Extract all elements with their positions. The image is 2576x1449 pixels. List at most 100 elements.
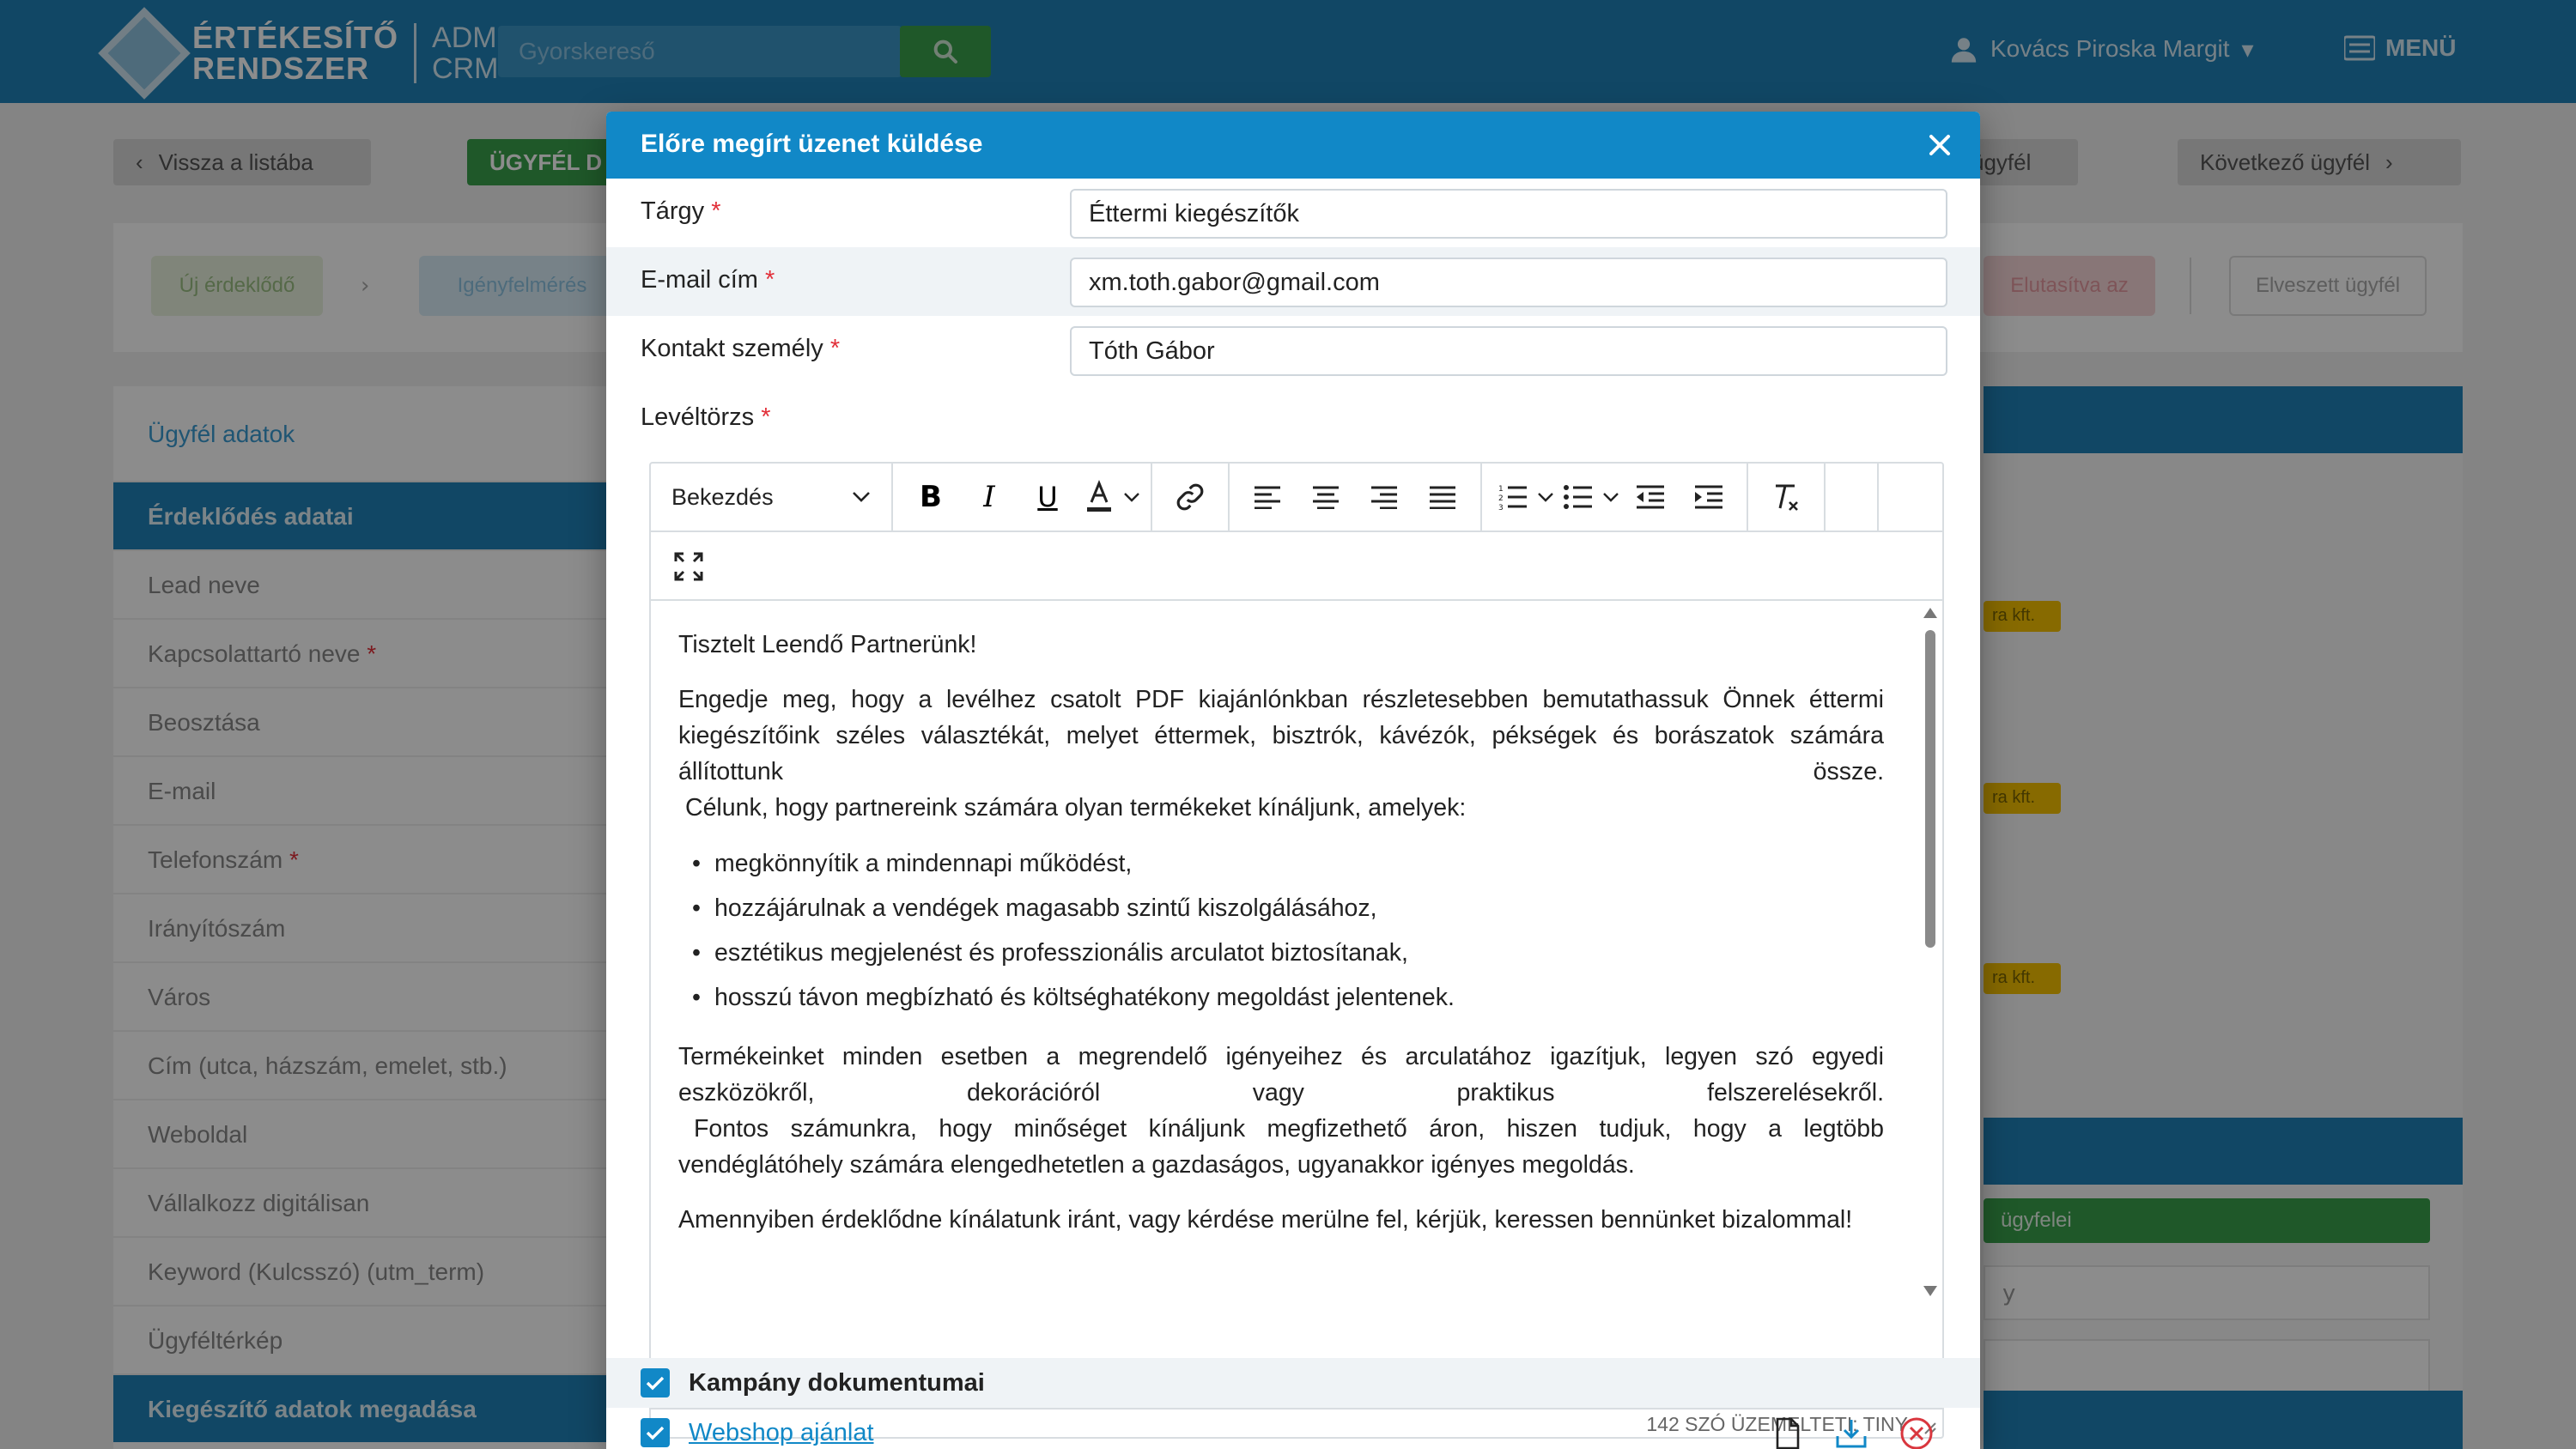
view-document-button[interactable] bbox=[1769, 1415, 1807, 1449]
dialog-header: Előre megírt üzenet küldése bbox=[606, 112, 1980, 179]
scroll-up-arrow-icon[interactable] bbox=[1923, 608, 1937, 618]
fullscreen-icon bbox=[674, 552, 703, 581]
benefit-list: megkönnyítik a mindennapi működést,hozzá… bbox=[678, 841, 1884, 1020]
document-row: Webshop ajánlat bbox=[606, 1408, 1980, 1449]
bold-button[interactable]: B bbox=[902, 471, 960, 523]
clear-format-group bbox=[1748, 464, 1826, 530]
download-icon bbox=[1836, 1420, 1867, 1448]
insert-link-button[interactable] bbox=[1161, 471, 1219, 523]
subject-label-text: Tárgy bbox=[641, 197, 705, 225]
alignment-group bbox=[1230, 464, 1482, 530]
contact-row: Kontakt személy * bbox=[606, 316, 1980, 385]
text-color-dropdown[interactable] bbox=[1121, 471, 1142, 523]
align-right-button[interactable] bbox=[1355, 471, 1413, 523]
indent-icon bbox=[1695, 485, 1722, 509]
editor-toolbar-row2 bbox=[651, 532, 1942, 601]
numbered-list-dropdown[interactable] bbox=[1535, 471, 1556, 523]
letter-paragraph-1-end: össze. bbox=[1813, 758, 1884, 785]
align-justify-button[interactable] bbox=[1413, 471, 1472, 523]
bold-icon: B bbox=[920, 480, 942, 514]
chevron-down-icon bbox=[1603, 493, 1619, 502]
rich-text-editor: Bekezdés B I U 1 2 3 Tisztelt Leendő Par… bbox=[649, 462, 1944, 1439]
align-center-button[interactable] bbox=[1297, 471, 1355, 523]
toolbar-spacer bbox=[1826, 464, 1879, 530]
block-format-value: Bekezdés bbox=[671, 483, 774, 510]
link-group bbox=[1152, 464, 1230, 530]
benefit-list-item: hozzájárulnak a vendégek magasabb szintű… bbox=[678, 886, 1884, 931]
body-label-row: Levéltörzs * bbox=[606, 385, 1980, 453]
svg-text:2: 2 bbox=[1498, 494, 1504, 503]
send-template-message-dialog: Előre megírt üzenet küldése Tárgy * E-ma… bbox=[606, 112, 1980, 1449]
indent-button[interactable] bbox=[1680, 471, 1738, 523]
align-left-button[interactable] bbox=[1238, 471, 1297, 523]
chevron-down-icon bbox=[1538, 493, 1553, 502]
bullet-list-button[interactable] bbox=[1556, 471, 1601, 523]
remove-document-button[interactable] bbox=[1898, 1415, 1935, 1449]
align-justify-icon bbox=[1430, 486, 1455, 509]
svg-text:3: 3 bbox=[1498, 504, 1504, 511]
required-marker: * bbox=[765, 266, 775, 294]
numbered-list-button[interactable]: 123 bbox=[1491, 471, 1535, 523]
text-color-icon bbox=[1087, 480, 1111, 512]
dialog-title: Előre megírt üzenet küldése bbox=[641, 130, 983, 158]
email-input[interactable] bbox=[1070, 258, 1947, 307]
bullet-list-icon bbox=[1564, 485, 1592, 509]
benefit-list-item: megkönnyítik a mindennapi működést, bbox=[678, 841, 1884, 886]
required-marker: * bbox=[711, 197, 721, 225]
letter-paragraph-1-cont: Célunk, hogy partnereink számára olyan t… bbox=[685, 794, 1467, 822]
bullet-list-dropdown[interactable] bbox=[1601, 471, 1621, 523]
file-icon bbox=[1776, 1417, 1800, 1449]
email-label: E-mail cím * bbox=[641, 266, 775, 294]
align-center-icon bbox=[1313, 486, 1339, 509]
text-style-group: B I U bbox=[893, 464, 1152, 530]
scroll-down-arrow-icon[interactable] bbox=[1923, 1286, 1937, 1296]
letter-paragraph-2-cont: Fontos számunkra, hogy minőséget kínálju… bbox=[678, 1115, 1884, 1179]
letter-paragraph-2: Termékeinket minden esetben a megrendelő… bbox=[678, 1043, 1884, 1106]
campaign-documents-checkbox[interactable] bbox=[641, 1368, 670, 1397]
editor-scrollbar[interactable] bbox=[1918, 601, 1942, 1305]
document-link[interactable]: Webshop ajánlat bbox=[689, 1419, 874, 1447]
download-document-button[interactable] bbox=[1832, 1415, 1870, 1449]
required-marker: * bbox=[829, 335, 841, 362]
benefit-list-item: esztétikus megjelenést és professzionáli… bbox=[678, 931, 1884, 975]
scroll-thumb[interactable] bbox=[1925, 630, 1935, 948]
align-left-icon bbox=[1255, 486, 1280, 509]
campaign-documents-row: Kampány dokumentumai bbox=[606, 1358, 1980, 1408]
list-group: 123 bbox=[1482, 464, 1748, 530]
fullscreen-button[interactable] bbox=[659, 541, 718, 592]
clear-formatting-button[interactable] bbox=[1757, 471, 1815, 523]
body-label: Levéltörzs * bbox=[641, 403, 771, 432]
format-group: Bekezdés bbox=[651, 464, 893, 530]
svg-text:1: 1 bbox=[1498, 485, 1504, 494]
block-format-select[interactable]: Bekezdés bbox=[659, 471, 883, 523]
subject-input[interactable] bbox=[1070, 189, 1947, 239]
subject-label: Tárgy * bbox=[641, 197, 721, 226]
close-button[interactable] bbox=[1920, 125, 1959, 165]
email-label-text: E-mail cím bbox=[641, 266, 758, 294]
numbered-list-icon: 123 bbox=[1498, 485, 1527, 511]
email-row: E-mail cím * bbox=[606, 247, 1980, 316]
outdent-icon bbox=[1637, 485, 1664, 509]
link-icon bbox=[1176, 483, 1204, 511]
benefit-list-item: hosszú távon megbízható és költséghatéko… bbox=[678, 975, 1884, 1020]
checkmark-icon bbox=[646, 1376, 665, 1391]
letter-greeting: Tisztelt Leendő Partnerünk! bbox=[678, 631, 977, 658]
outdent-button[interactable] bbox=[1621, 471, 1680, 523]
close-icon bbox=[1929, 135, 1950, 155]
chevron-down-icon bbox=[1124, 493, 1139, 502]
letter-paragraph-1: Engedje meg, hogy a levélhez csatolt PDF… bbox=[678, 682, 1884, 790]
italic-button[interactable]: I bbox=[960, 471, 1018, 523]
contact-label-text: Kontakt személy bbox=[641, 335, 823, 362]
text-color-button[interactable] bbox=[1077, 471, 1121, 523]
underline-icon: U bbox=[1037, 481, 1058, 513]
underline-button[interactable]: U bbox=[1018, 471, 1077, 523]
body-label-text: Levéltörzs bbox=[641, 403, 755, 431]
letter-paragraph-3: Amennyiben érdeklődne kínálatunk iránt, … bbox=[678, 1206, 1853, 1234]
checkmark-icon bbox=[646, 1426, 665, 1440]
contact-input[interactable] bbox=[1070, 326, 1947, 376]
chevron-down-icon bbox=[853, 492, 870, 502]
remove-icon bbox=[1900, 1417, 1933, 1449]
editor-content-area[interactable]: Tisztelt Leendő Partnerünk! Engedje meg,… bbox=[651, 601, 1918, 1305]
align-right-icon bbox=[1371, 486, 1397, 509]
document-checkbox[interactable] bbox=[641, 1418, 670, 1447]
